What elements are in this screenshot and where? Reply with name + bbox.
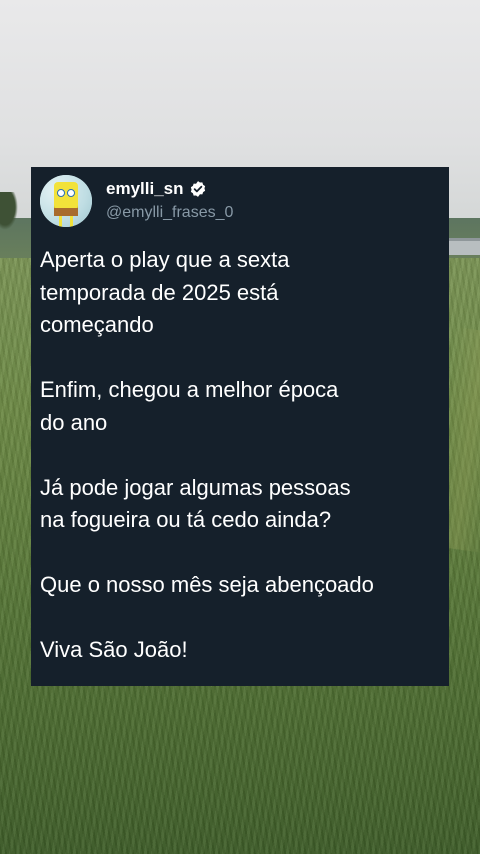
tweet-paragraph: Que o nosso mês seja abençoado <box>40 572 374 597</box>
tweet-paragraph: Aperta o play que a sexta temporada de 2… <box>40 247 290 337</box>
distant-building <box>449 238 480 255</box>
tweet-paragraph: Já pode jogar algumas pessoas na fogueir… <box>40 474 351 533</box>
tweet-paragraph: Viva São João! <box>40 637 188 662</box>
tweet-paragraph: Enfim, chegou a melhor época do ano <box>40 377 339 435</box>
avatar[interactable] <box>40 175 92 227</box>
tweet-card: emylli_sn @emylli_frases_0 Aperta o play… <box>31 167 449 686</box>
tree <box>0 192 18 230</box>
display-name[interactable]: emylli_sn <box>106 178 184 200</box>
verified-badge-icon <box>190 181 205 197</box>
display-name-row[interactable]: emylli_sn <box>106 178 207 200</box>
tweet-text: Aperta o play que a sexta temporada de 2… <box>40 244 440 667</box>
user-handle[interactable]: @emylli_frases_0 <box>106 203 233 223</box>
